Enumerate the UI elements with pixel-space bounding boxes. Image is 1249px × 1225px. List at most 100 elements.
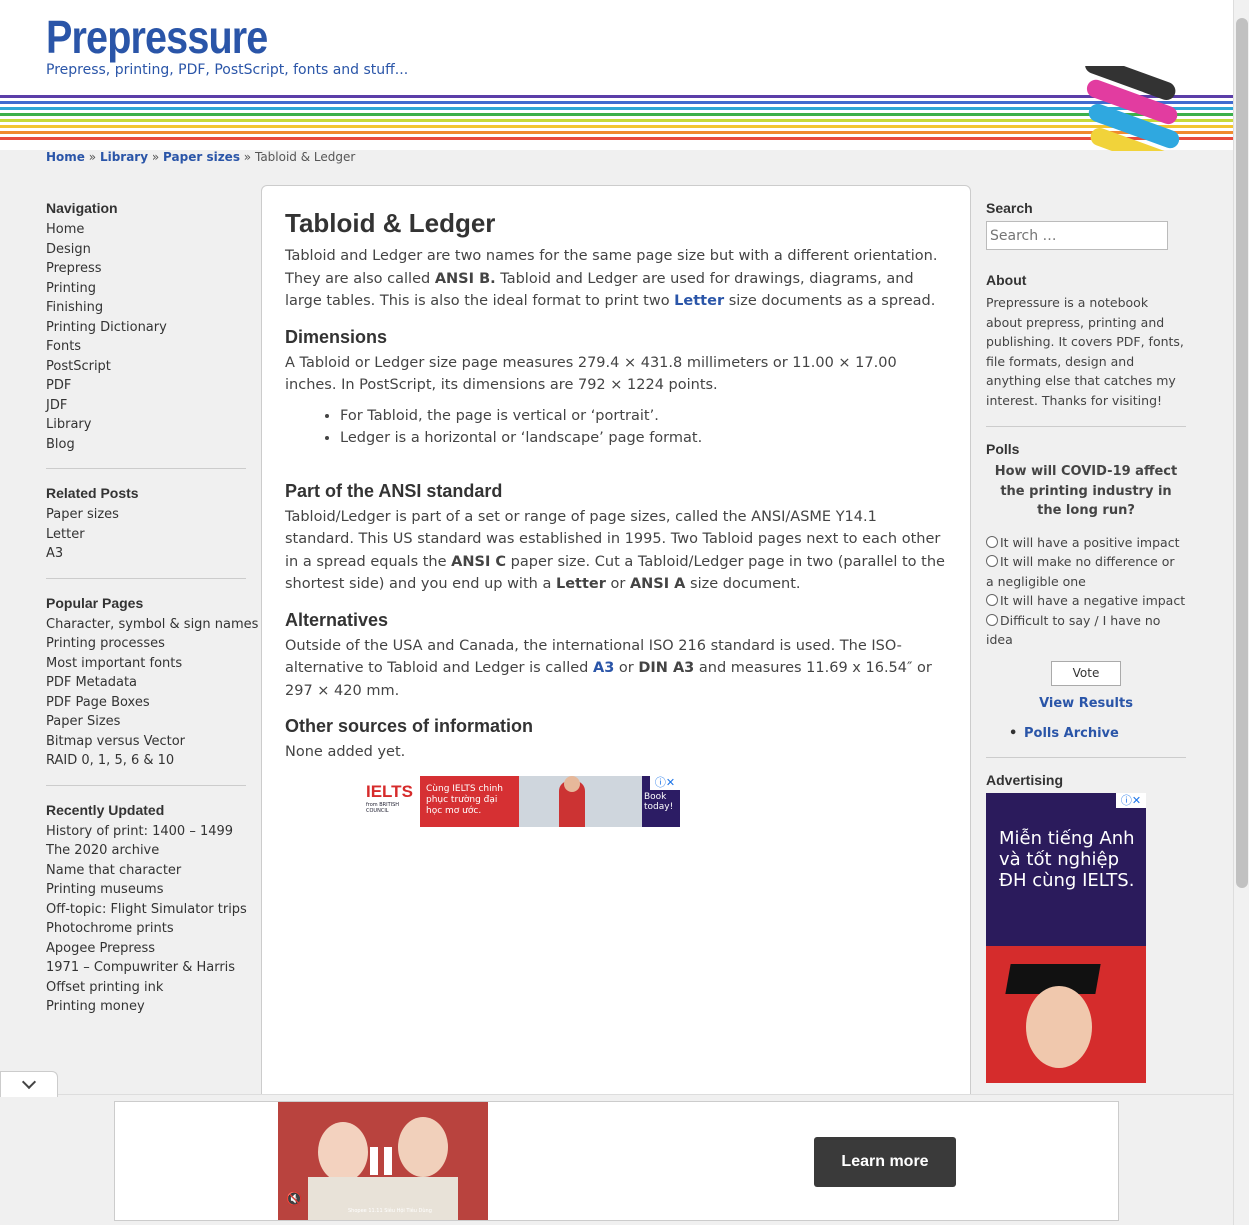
recent-link[interactable]: Apogee Prepress [46, 939, 246, 959]
recent-link[interactable]: Photochrome prints [46, 919, 246, 939]
nav-link-library[interactable]: Library [46, 415, 246, 435]
radio-button[interactable] [986, 535, 998, 548]
popular-link[interactable]: Paper Sizes [46, 712, 246, 732]
poll-option[interactable]: It will make no difference or a negligib… [986, 552, 1186, 591]
breadcrumb: Home » Library » Paper sizes » Tabloid &… [46, 150, 355, 164]
mute-icon[interactable]: 🔇 [286, 1192, 302, 1207]
sidebar-ad[interactable]: ⓘ✕ Miễn tiếng Anh và tốt nghiệp ĐH cùng … [986, 792, 1146, 1083]
learn-more-button[interactable]: Learn more [814, 1137, 956, 1187]
scrollbar-thumb[interactable] [1236, 18, 1248, 888]
ad-close-icon[interactable]: ⓘ✕ [1116, 792, 1146, 808]
popular-link[interactable]: PDF Metadata [46, 673, 246, 693]
nav-link-postscript[interactable]: PostScript [46, 357, 246, 377]
article-title: Tabloid & Ledger [285, 208, 496, 238]
ad-video[interactable]: 🔇 Shopee 11.11 Siêu Hội Tiêu Dùng [278, 1102, 488, 1220]
collapse-ad-button[interactable] [0, 1071, 58, 1097]
ad-text: Cùng IELTS chinh phục trường đại học mơ … [420, 776, 519, 827]
related-link[interactable]: A3 [46, 544, 246, 564]
polls-heading: Polls [986, 441, 1020, 457]
poll-option[interactable]: It will have a positive impact [986, 533, 1186, 553]
breadcrumb-paper-sizes[interactable]: Paper sizes [163, 150, 240, 164]
popular-link[interactable]: Bitmap versus Vector [46, 732, 246, 752]
pause-icon[interactable] [370, 1147, 378, 1175]
poll-option[interactable]: Difficult to say / I have no idea [986, 611, 1186, 650]
ielts-logo: IELTS [366, 782, 413, 801]
ielts-banner-ad[interactable]: IELTS from BRITISH COUNCIL Cùng IELTS ch… [362, 776, 680, 827]
nav-link-prepress[interactable]: Prepress [46, 259, 246, 279]
sidebar-ad-photo [986, 945, 1146, 1083]
other-sources-heading: Other sources of information [285, 716, 534, 736]
recent-link[interactable]: Offset printing ink [46, 978, 246, 998]
letter-link[interactable]: Letter [674, 293, 724, 309]
popular-link[interactable]: Character, symbol & sign names [46, 615, 258, 635]
nav-link-home[interactable]: Home [46, 220, 246, 240]
article-card: Tabloid & Ledger Tabloid and Ledger are … [261, 185, 971, 1115]
nav-link-printing-dictionary[interactable]: Printing Dictionary [46, 318, 246, 338]
intro-paragraph: Tabloid and Ledger are two names for the… [285, 248, 938, 309]
list-item: For Tabloid, the page is vertical or ‘po… [340, 405, 948, 427]
popular-link[interactable]: PDF Page Boxes [46, 693, 246, 713]
related-link[interactable]: Paper sizes [46, 505, 246, 525]
about-text: Prepressure is a notebook about prepress… [986, 293, 1186, 427]
dimensions-paragraph: A Tabloid or Ledger size page measures 2… [285, 354, 897, 394]
popular-link[interactable]: RAID 0, 1, 5, 6 & 10 [46, 751, 246, 771]
search-heading: Search [986, 200, 1033, 216]
search-input[interactable] [986, 221, 1168, 250]
recent-link[interactable]: Name that character [46, 861, 246, 881]
site-tagline: Prepress, printing, PDF, PostScript, fon… [46, 62, 409, 78]
breadcrumb-separator: » [151, 150, 160, 164]
video-caption: Shopee 11.11 Siêu Hội Tiêu Dùng [348, 1208, 432, 1214]
popular-pages-heading: Popular Pages [46, 594, 144, 611]
popular-pages-section: Popular Pages Character, symbol & sign n… [46, 594, 258, 786]
sidebar-ad-text: Miễn tiếng Anh và tốt nghiệp ĐH cùng IEL… [999, 827, 1135, 891]
nav-link-fonts[interactable]: Fonts [46, 337, 246, 357]
recent-link[interactable]: Printing money [46, 997, 246, 1017]
list-item: Ledger is a horizontal or ‘landscape’ pa… [340, 427, 948, 449]
breadcrumb-library[interactable]: Library [100, 150, 148, 164]
nav-link-printing[interactable]: Printing [46, 279, 246, 299]
nav-link-pdf[interactable]: PDF [46, 376, 246, 396]
polls-archive-link[interactable]: Polls Archive [1009, 726, 1186, 741]
site-title[interactable]: Prepressure [46, 10, 268, 64]
ad-close-icon[interactable]: ⓘ✕ [650, 776, 680, 790]
view-results-link[interactable]: View Results [986, 696, 1186, 711]
dimensions-heading: Dimensions [285, 326, 388, 347]
vertical-scrollbar[interactable] [1233, 0, 1249, 1225]
breadcrumb-home[interactable]: Home [46, 150, 85, 164]
popular-link[interactable]: Most important fonts [46, 654, 246, 674]
radio-button[interactable] [986, 613, 998, 626]
ink-rollers-logo [1085, 66, 1182, 151]
recent-link[interactable]: Off-topic: Flight Simulator trips [46, 900, 247, 920]
nav-link-design[interactable]: Design [46, 240, 246, 260]
pause-icon[interactable] [384, 1147, 392, 1175]
other-sources-paragraph: None added yet. [285, 744, 406, 760]
ansi-paragraph: Tabloid/Ledger is part of a set or range… [285, 508, 945, 593]
vote-button[interactable]: Vote [1051, 660, 1121, 686]
recent-link[interactable]: 1971 – Compuwriter & Harris [46, 958, 246, 978]
navigation-section: Navigation Home Design Prepress Printing… [46, 200, 246, 469]
a3-link[interactable]: A3 [593, 660, 614, 676]
about-heading: About [986, 272, 1027, 288]
nav-link-jdf[interactable]: JDF [46, 396, 246, 416]
radio-button[interactable] [986, 594, 998, 606]
popular-link[interactable]: Printing processes [46, 634, 246, 654]
nav-link-finishing[interactable]: Finishing [46, 298, 246, 318]
nav-link-blog[interactable]: Blog [46, 435, 246, 455]
poll-widget: Polls How will COVID-19 affect the print… [986, 441, 1186, 758]
navigation-heading: Navigation [46, 200, 118, 216]
left-sidebar: Navigation Home Design Prepress Printing… [46, 200, 258, 1017]
breadcrumb-separator: » [88, 150, 97, 164]
site-header: Prepressure Prepress, printing, PDF, Pos… [0, 0, 1233, 151]
recent-link[interactable]: Printing museums [46, 880, 246, 900]
breadcrumb-separator: » [243, 150, 252, 164]
bottom-banner-ad[interactable]: 🔇 Shopee 11.11 Siêu Hội Tiêu Dùng Learn … [114, 1101, 1119, 1221]
related-link[interactable]: Letter [46, 525, 246, 545]
related-posts-section: Related Posts Paper sizes Letter A3 [46, 485, 246, 579]
recent-link[interactable]: The 2020 archive [46, 841, 246, 861]
related-posts-heading: Related Posts [46, 485, 139, 501]
ielts-logo-sub: from BRITISH COUNCIL [366, 802, 400, 814]
recently-updated-section: Recently Updated History of print: 1400 … [46, 802, 247, 1017]
recent-link[interactable]: History of print: 1400 – 1499 [46, 822, 246, 842]
radio-button[interactable] [986, 555, 998, 567]
poll-option[interactable]: It will have a negative impact [986, 591, 1186, 611]
